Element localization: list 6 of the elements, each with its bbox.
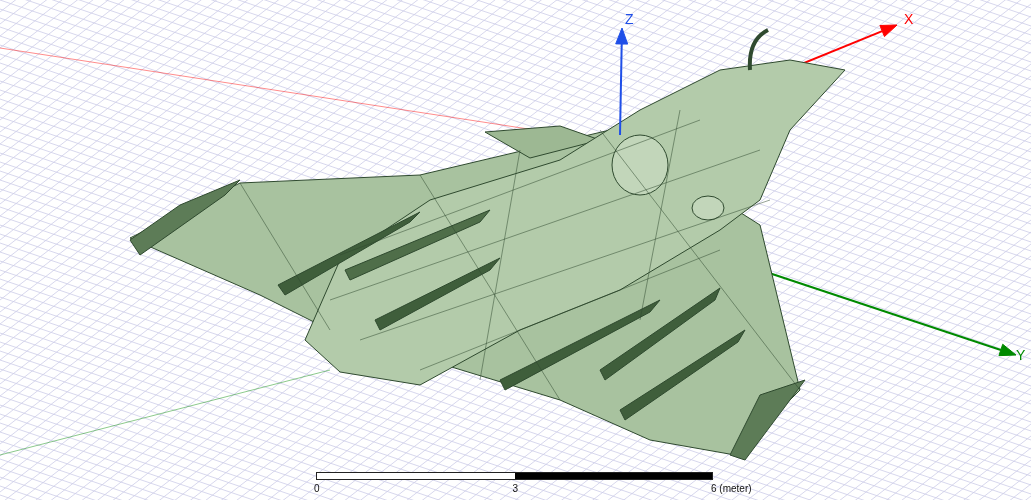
scale-label: 3 bbox=[512, 483, 519, 494]
axis-label: X bbox=[904, 11, 914, 27]
axis-label: Y bbox=[1016, 347, 1026, 363]
scale-label: 0 bbox=[314, 483, 320, 494]
axis-label: Z bbox=[625, 11, 634, 27]
scale-label: 6 (meter) bbox=[711, 483, 752, 494]
